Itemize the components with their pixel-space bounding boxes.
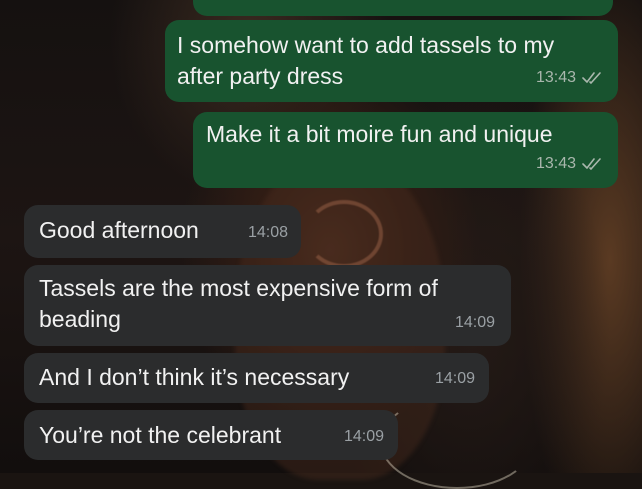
message-meta: 14:08 xyxy=(248,217,288,249)
message-meta: 14:09 xyxy=(455,307,495,339)
wallpaper-necklace-detail xyxy=(380,395,534,489)
message-bubble-outgoing[interactable]: I somehow want to add tassels to my afte… xyxy=(165,20,618,102)
message-text-line: Tassels are the most expensive form of xyxy=(39,275,438,301)
message-bubble-incoming[interactable]: You’re not the celebrant 14:09 xyxy=(24,410,398,460)
message-text-line: after party dress xyxy=(177,63,344,89)
message-bubble-incoming[interactable]: And I don’t think it’s necessary 14:09 xyxy=(24,353,489,403)
double-check-icon xyxy=(582,158,601,170)
message-text-line: You’re not the celebrant xyxy=(39,422,282,448)
message-time: 14:09 xyxy=(454,314,495,331)
message-meta: 14:09 xyxy=(344,421,384,453)
message-bubble-incoming[interactable]: Good afternoon 14:08 xyxy=(24,205,301,258)
message-meta: 14:09 xyxy=(435,363,475,395)
message-meta: 13:43 xyxy=(536,148,602,180)
message-time: 13:43 xyxy=(535,155,576,172)
double-check-icon xyxy=(582,72,601,84)
message-time: 14:09 xyxy=(343,428,384,445)
message-text-line: I somehow want to add tassels to my xyxy=(177,32,555,58)
message-text-line: beading xyxy=(39,306,121,332)
wallpaper-ear-detail xyxy=(305,200,383,268)
message-meta: 13:43 xyxy=(536,62,602,94)
message-text-line: Make it a bit moire fun and unique xyxy=(206,121,553,147)
message-bubble-outgoing[interactable]: Make it a bit moire fun and unique 13:43 xyxy=(193,112,618,188)
message-bubble-outgoing[interactable] xyxy=(193,0,613,16)
message-time: 14:08 xyxy=(247,224,288,241)
message-text-line: Good afternoon xyxy=(39,217,199,243)
message-text-line: And I don’t think it’s necessary xyxy=(39,364,350,390)
message-time: 14:09 xyxy=(434,370,475,387)
message-bubble-incoming[interactable]: Tassels are the most expensive form of b… xyxy=(24,265,511,346)
message-time: 13:43 xyxy=(535,69,576,86)
